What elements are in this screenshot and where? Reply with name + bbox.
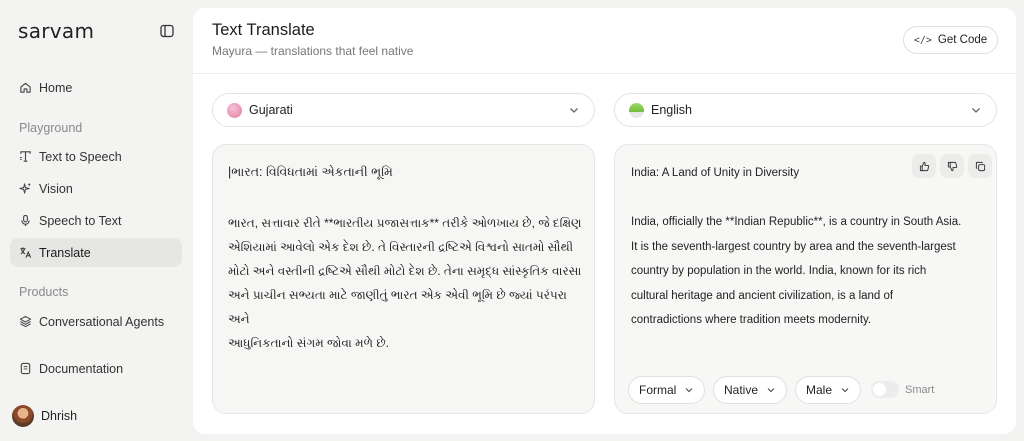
main-panel: Text Translate Mayura — translations tha… (193, 8, 1016, 434)
target-language-select[interactable]: English (614, 93, 997, 127)
copy-icon[interactable] (968, 154, 992, 178)
sidebar-item-label: Translate (39, 245, 91, 260)
source-text-title: |ભારત: વિવિધતામાં એકતાની ભૂમિ (228, 165, 393, 179)
toggle-knob (873, 383, 886, 396)
source-text-line: એશિયામાં આવેલો એક દેશ છે. તે વિસ્તારની દ… (228, 240, 574, 254)
sidebar-item-documentation[interactable]: Documentation (10, 354, 182, 383)
style-select-label: Native (724, 383, 759, 397)
source-text-line: મોટો અને વસ્તીની દ્રષ્ટિએ સૌથી મોટો દેશ … (228, 264, 582, 278)
chevron-down-icon (568, 104, 580, 116)
translated-text-body: India, officially the **Indian Republic*… (631, 210, 986, 333)
translated-text-output: India: A Land of Unity in Diversity Indi… (614, 144, 997, 414)
user-profile[interactable]: Dhrish (12, 405, 77, 427)
source-text-body: ભારત, સત્તાવાર રીતે **ભારતીય પ્રજાસત્તાક… (228, 211, 583, 355)
chevron-down-icon (970, 104, 982, 116)
thumbs-down-icon[interactable] (940, 154, 964, 178)
page-header: Text Translate Mayura — translations tha… (193, 8, 1016, 74)
chevron-down-icon (841, 388, 849, 393)
english-language-dot (629, 102, 644, 118)
sparkle-icon (19, 182, 32, 195)
translated-text-line: India, officially the **Indian Republic*… (631, 216, 962, 228)
translated-text-title: India: A Land of Unity in Diversity (631, 167, 800, 179)
smart-toggle-label: Smart (905, 384, 935, 396)
get-code-label: Get Code (937, 34, 988, 46)
translate-icon (19, 246, 32, 259)
chevron-down-icon (685, 388, 693, 393)
tone-select[interactable]: Formal (628, 376, 706, 404)
sidebar-toggle-icon[interactable] (160, 24, 174, 38)
sidebar-item-vision[interactable]: Vision (10, 174, 182, 203)
page-title: Text Translate (212, 21, 315, 39)
sidebar-item-label: Text to Speech (39, 149, 122, 164)
translated-text-line: country by population in the world. Indi… (631, 265, 927, 277)
target-language-label: English (651, 103, 692, 117)
sidebar-item-label: Home (39, 80, 73, 95)
sidebar: sarvam Home Playground Text to Speech Vi… (0, 0, 193, 441)
source-language-select[interactable]: Gujarati (212, 93, 595, 127)
translated-text-line: It is the seventh-largest country by are… (631, 240, 956, 253)
section-label-playground: Playground (19, 121, 83, 135)
chevron-down-icon (767, 388, 775, 393)
microphone-icon (19, 214, 32, 227)
sidebar-item-conversational-agents[interactable]: Conversational Agents (10, 307, 182, 336)
source-text-input[interactable]: |ભારત: વિવિધતામાં એકતાની ભૂમિ ભારત, સત્ત… (212, 144, 595, 414)
style-select[interactable]: Native (713, 376, 788, 404)
gender-select-label: Male (806, 383, 833, 397)
sidebar-item-label: Speech to Text (39, 213, 122, 228)
page-subtitle: Mayura — translations that feel native (212, 44, 414, 58)
sidebar-item-label: Conversational Agents (39, 314, 165, 329)
source-text-line: અને પ્રાચીન સભ્યતા માટે જાણીતું ભારત એક … (228, 288, 567, 326)
get-code-button[interactable]: </> Get Code (903, 26, 998, 54)
code-icon: </> (913, 34, 932, 46)
sidebar-item-label: Vision (39, 181, 73, 196)
source-language-label: Gujarati (249, 103, 293, 117)
gender-select[interactable]: Male (795, 376, 862, 404)
smart-toggle[interactable] (871, 381, 899, 398)
gujarati-language-dot (227, 102, 242, 118)
feedback-actions (912, 154, 992, 178)
source-text-line: ભારત, સત્તાવાર રીતે **ભારતીય પ્રજાસત્તાક… (228, 216, 582, 230)
text-to-speech-icon (19, 150, 32, 163)
brand-logo: sarvam (18, 19, 95, 43)
translated-text-line: contradictions where tradition meets mod… (631, 314, 872, 326)
thumbs-up-icon[interactable] (912, 154, 936, 178)
translated-text-line: cultural heritage and ancient civilizati… (631, 289, 894, 302)
sidebar-item-translate[interactable]: Translate (10, 238, 182, 267)
sidebar-item-speech-to-text[interactable]: Speech to Text (10, 206, 182, 235)
layers-icon (19, 315, 32, 328)
sidebar-item-text-to-speech[interactable]: Text to Speech (10, 142, 182, 171)
tone-select-label: Formal (639, 383, 677, 397)
sidebar-item-home[interactable]: Home (10, 73, 182, 102)
home-icon (19, 81, 32, 94)
avatar (12, 405, 34, 427)
document-icon (19, 362, 32, 375)
section-label-products: Products (19, 285, 69, 299)
sidebar-item-label: Documentation (39, 361, 124, 376)
user-name: Dhrish (41, 409, 78, 423)
source-text-line: આધુનિકતાનો સંગમ જોવા મળે છે. (228, 336, 389, 350)
